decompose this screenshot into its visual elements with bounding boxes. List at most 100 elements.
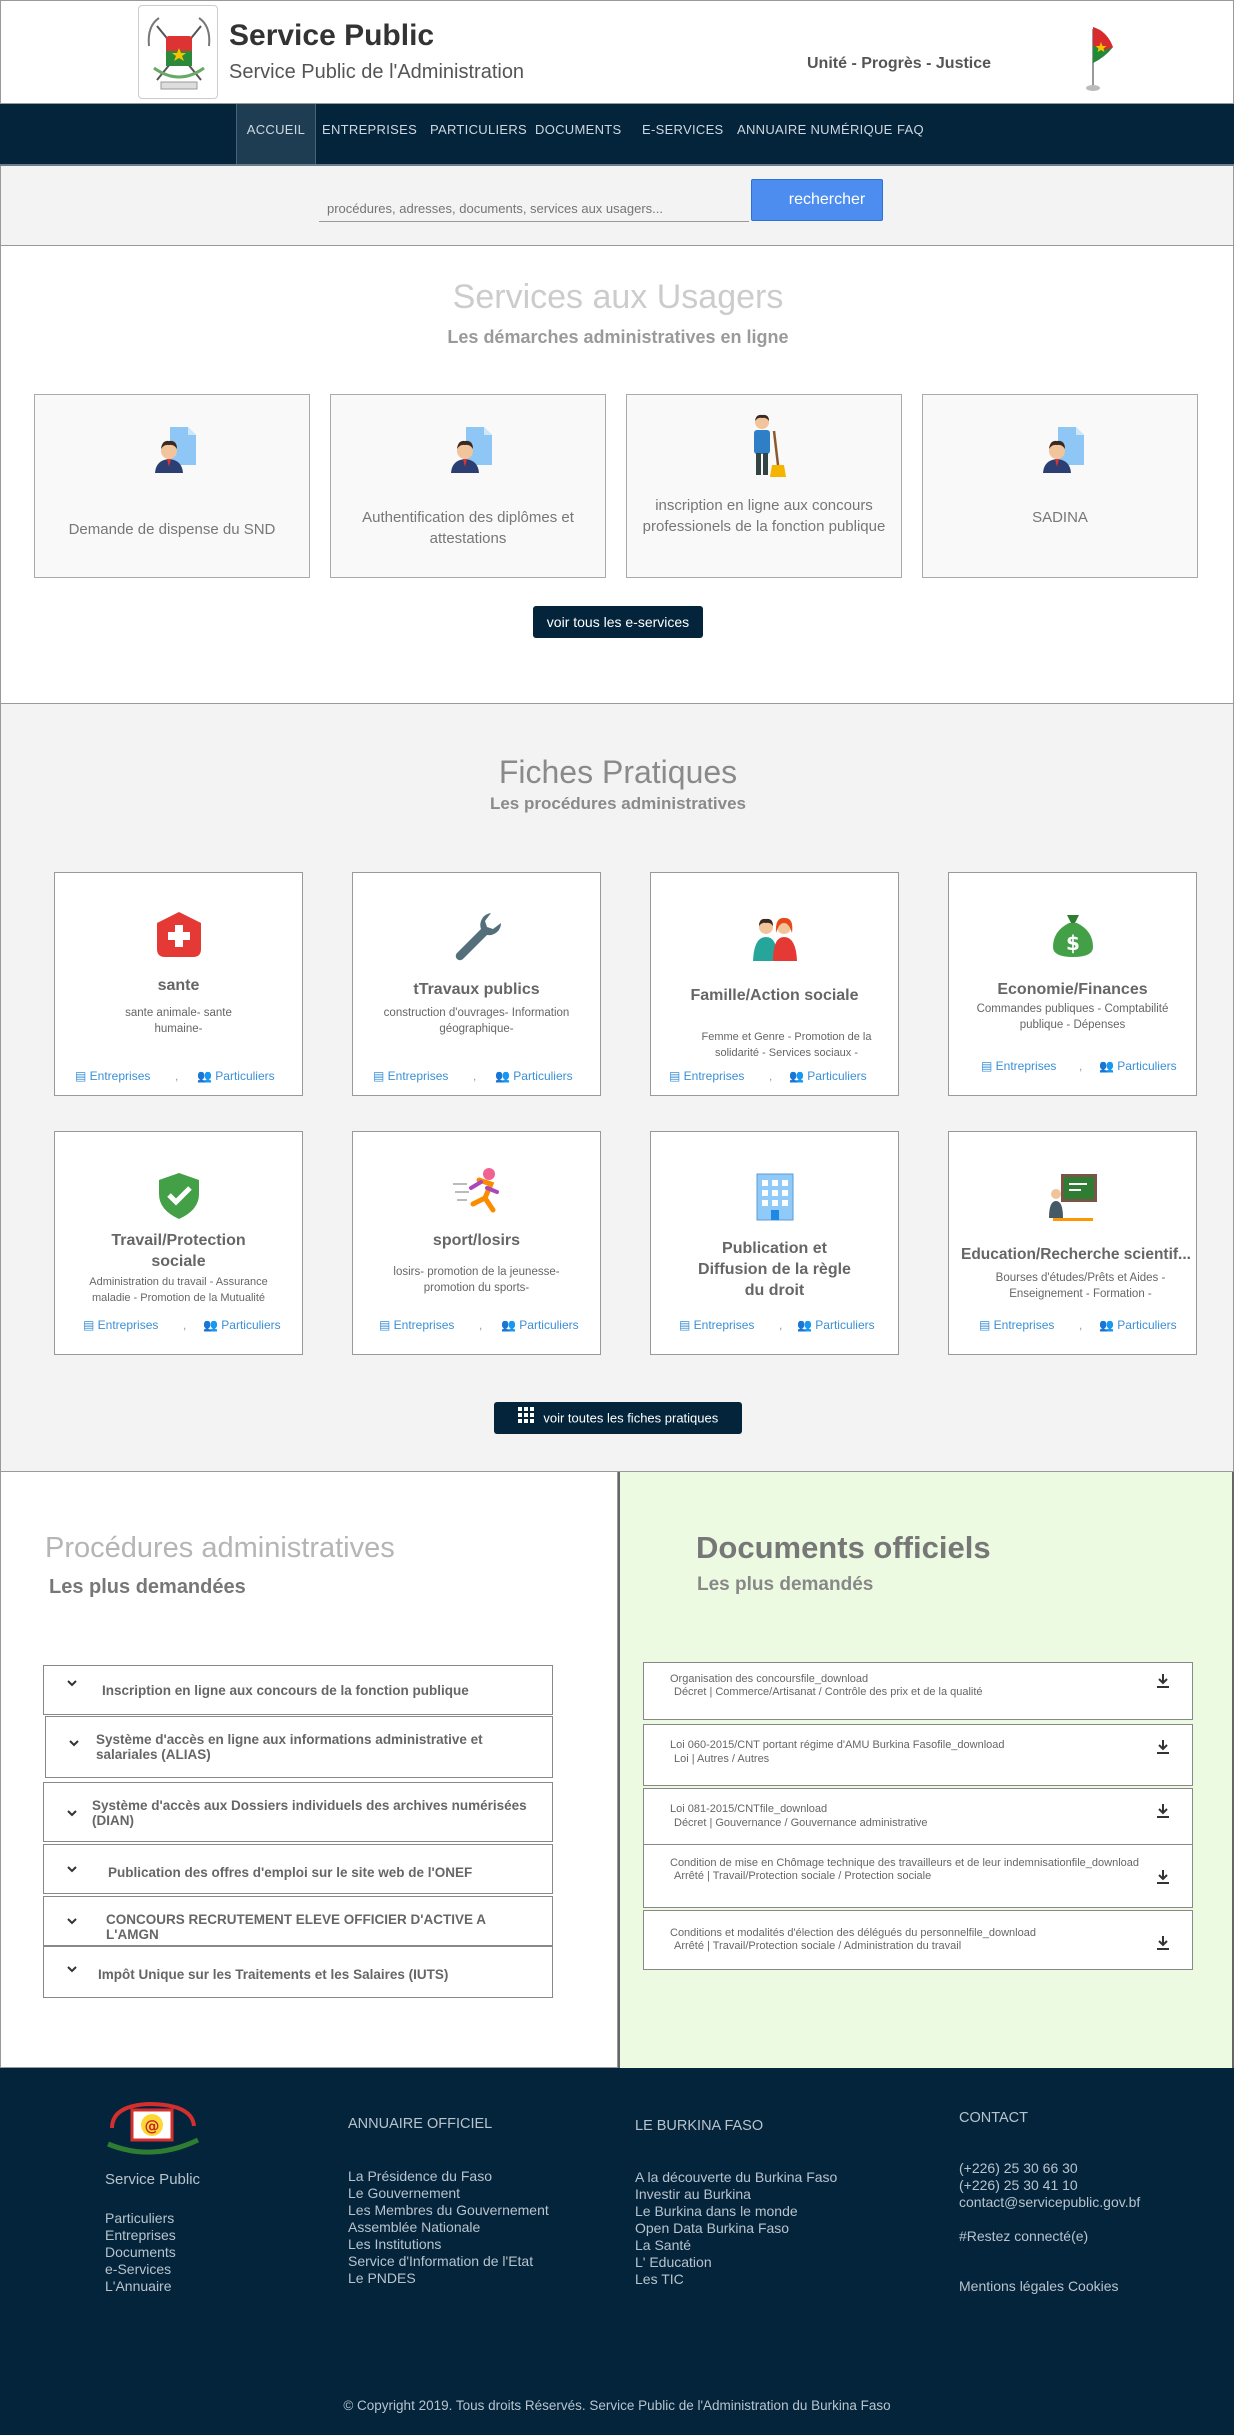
footer-link[interactable]: La Présidence du Faso (348, 2168, 492, 2185)
coat-of-arms-logo[interactable] (138, 5, 218, 99)
procedure-item[interactable]: Impôt Unique sur les Traitements et les … (43, 1946, 553, 1998)
building-icon: ▤ (75, 1069, 90, 1083)
entreprises-link-label: Entreprises (393, 1318, 455, 1332)
document-item[interactable]: Loi 060-2015/CNT portant régime d'AMU Bu… (643, 1724, 1193, 1786)
fiche-link-entreprises[interactable]: ▤ Entreprises (979, 1318, 1054, 1332)
footer-link[interactable]: Le PNDES (348, 2270, 416, 2287)
footer-contact-email[interactable]: contact@servicepublic.gov.bf (959, 2194, 1140, 2211)
fiche-link-entreprises[interactable]: ▤ Entreprises (83, 1318, 158, 1332)
footer-link[interactable]: La Santé (635, 2237, 691, 2254)
download-icon[interactable] (1156, 1869, 1170, 1885)
fiche-link-particuliers[interactable]: 👥 Particuliers (495, 1069, 573, 1083)
nav-item-e-services[interactable]: E-SERVICES (642, 104, 724, 164)
procedure-item[interactable]: Système d'accès en ligne aux information… (45, 1716, 553, 1778)
fiche-card[interactable]: Travail/Protection sociale Administratio… (54, 1131, 303, 1355)
search-bar: rechercher (0, 166, 1234, 246)
document-item[interactable]: Organisation des concoursfile_download D… (643, 1662, 1193, 1720)
service-card[interactable]: inscription en ligne aux concours profes… (626, 394, 902, 578)
footer-link[interactable]: Les Institutions (348, 2236, 441, 2253)
footer-link[interactable]: Investir au Burkina (635, 2186, 751, 2203)
fiche-link-entreprises[interactable]: ▤ Entreprises (981, 1059, 1056, 1073)
footer-link[interactable]: Les TIC (635, 2271, 684, 2288)
footer-link[interactable]: Service d'Information de l'Etat (348, 2253, 533, 2270)
fiche-link-particuliers[interactable]: 👥 Particuliers (789, 1069, 867, 1083)
service-card[interactable]: SADINA (922, 394, 1198, 578)
footer-link[interactable]: Assemblée Nationale (348, 2219, 480, 2236)
fiche-link-particuliers[interactable]: 👥 Particuliers (197, 1069, 275, 1083)
footer-link[interactable]: Le Gouvernement (348, 2185, 460, 2202)
footer-link[interactable]: A la découverte du Burkina Faso (635, 2169, 837, 2186)
fiche-card[interactable]: Famille/Action sociale Femme et Genre - … (650, 872, 899, 1096)
fiche-link-entreprises[interactable]: ▤ Entreprises (75, 1069, 150, 1083)
link-separator: , (1079, 1318, 1083, 1332)
procedure-item[interactable]: Inscription en ligne aux concours de la … (43, 1665, 553, 1715)
fiche-card[interactable]: Education/Recherche scientif... Bourses … (948, 1131, 1197, 1355)
all-fiches-button[interactable]: voir toutes les fiches pratiques (494, 1402, 742, 1434)
fiche-link-particuliers[interactable]: 👥 Particuliers (1099, 1318, 1177, 1332)
fiche-link-particuliers[interactable]: 👥 Particuliers (501, 1318, 579, 1332)
all-fiches-label: voir toutes les fiches pratiques (543, 1410, 719, 1426)
fiche-link-entreprises[interactable]: ▤ Entreprises (679, 1318, 754, 1332)
footer-link[interactable]: Open Data Burkina Faso (635, 2220, 789, 2237)
footer-link[interactable]: Entreprises (105, 2227, 176, 2244)
nav-item-faq[interactable]: FAQ (897, 104, 924, 164)
procedure-label: Inscription en ligne aux concours de la … (102, 1683, 469, 1698)
footer-contact-phone[interactable]: (+226) 25 30 66 30 (959, 2160, 1078, 2177)
procedure-item[interactable]: Publication des offres d'emploi sur le s… (43, 1844, 553, 1894)
download-icon[interactable] (1156, 1935, 1170, 1951)
footer-link[interactable]: Particuliers (105, 2210, 174, 2227)
service-card[interactable]: Authentification des diplômes et attesta… (330, 394, 606, 578)
footer-contact-phone[interactable]: (+226) 25 30 41 10 (959, 2177, 1078, 2194)
office-building-icon (749, 1170, 801, 1222)
nav-item-annuaire[interactable]: ANNUAIRE NUMÉRIQUE (737, 104, 893, 164)
people-icon: 👥 (203, 1318, 222, 1332)
fiche-card[interactable]: Publication et Diffusion de la règle du … (650, 1131, 899, 1355)
particuliers-link-label: Particuliers (513, 1069, 573, 1083)
nav-item-entreprises[interactable]: ENTREPRISES (322, 104, 417, 164)
fiche-link-particuliers[interactable]: 👥 Particuliers (203, 1318, 281, 1332)
nav-item-documents[interactable]: DOCUMENTS (535, 104, 621, 164)
fiche-card[interactable]: sport/losirs losirs- promotion de la jeu… (352, 1131, 601, 1355)
document-item[interactable]: Conditions et modalités d'élection des d… (643, 1910, 1193, 1970)
footer-legal-link[interactable]: Mentions légales Cookies (959, 2278, 1119, 2295)
fiche-link-entreprises[interactable]: ▤ Entreprises (373, 1069, 448, 1083)
fiche-card[interactable]: sante sante animale- sante humaine- ▤ En… (54, 872, 303, 1096)
footer-link[interactable]: Documents (105, 2244, 176, 2261)
download-icon[interactable] (1156, 1739, 1170, 1755)
entreprises-link-label: Entreprises (693, 1318, 755, 1332)
download-icon[interactable] (1156, 1803, 1170, 1819)
download-icon[interactable] (1156, 1673, 1170, 1689)
procedures-section: Procédures administratives Les plus dema… (0, 1472, 618, 2068)
fiche-link-entreprises[interactable]: ▤ Entreprises (379, 1318, 454, 1332)
service-card[interactable]: Demande de dispense du SND (34, 394, 310, 578)
entreprises-link-label: Entreprises (89, 1069, 151, 1083)
particuliers-link-label: Particuliers (1117, 1318, 1177, 1332)
fiche-title: sante (157, 977, 200, 994)
fiche-description: Administration du travail - Assurance ma… (89, 1276, 268, 1304)
documents-section: Documents officiels Les plus demandés Or… (618, 1472, 1234, 2068)
footer-link[interactable]: L'Annuaire (105, 2278, 172, 2295)
footer-link[interactable]: Le Burkina dans le monde (635, 2203, 798, 2220)
fiche-card[interactable]: tTravaux publics construction d'ouvrages… (352, 872, 601, 1096)
procedure-item[interactable]: Système d'accès aux Dossiers individuels… (43, 1782, 553, 1842)
fiche-link-particuliers[interactable]: 👥 Particuliers (1099, 1059, 1177, 1073)
footer-link[interactable]: L' Education (635, 2254, 712, 2271)
all-e-services-button[interactable]: voir tous les e-services (533, 606, 703, 638)
document-item[interactable]: Condition de mise en Chômage technique d… (643, 1844, 1193, 1908)
building-icon: ▤ (373, 1069, 388, 1083)
search-input[interactable] (319, 196, 749, 222)
procedure-item[interactable]: CONCOURS RECRUTEMENT ELEVE OFFICIER D'AC… (43, 1896, 553, 1946)
fiche-link-particuliers[interactable]: 👥 Particuliers (797, 1318, 875, 1332)
footer-link[interactable]: Les Membres du Gouvernement (348, 2202, 549, 2219)
particuliers-link-label: Particuliers (519, 1318, 579, 1332)
fiche-card[interactable]: $ Economie/Finances Commandes publiques … (948, 872, 1197, 1096)
nav-item-accueil[interactable]: ACCUEIL (236, 104, 316, 164)
search-button[interactable]: rechercher (751, 179, 883, 221)
chevron-down-icon (67, 1966, 77, 1973)
footer-link[interactable]: e-Services (105, 2261, 171, 2278)
fiche-link-entreprises[interactable]: ▤ Entreprises (669, 1069, 744, 1083)
service-public-logo[interactable]: @ (102, 2100, 202, 2162)
document-item[interactable]: Loi 081-2015/CNTfile_download Décret | G… (643, 1788, 1193, 1850)
nav-item-particuliers[interactable]: PARTICULIERS (430, 104, 527, 164)
fiche-description: construction d'ouvrages- Information géo… (383, 1007, 570, 1035)
